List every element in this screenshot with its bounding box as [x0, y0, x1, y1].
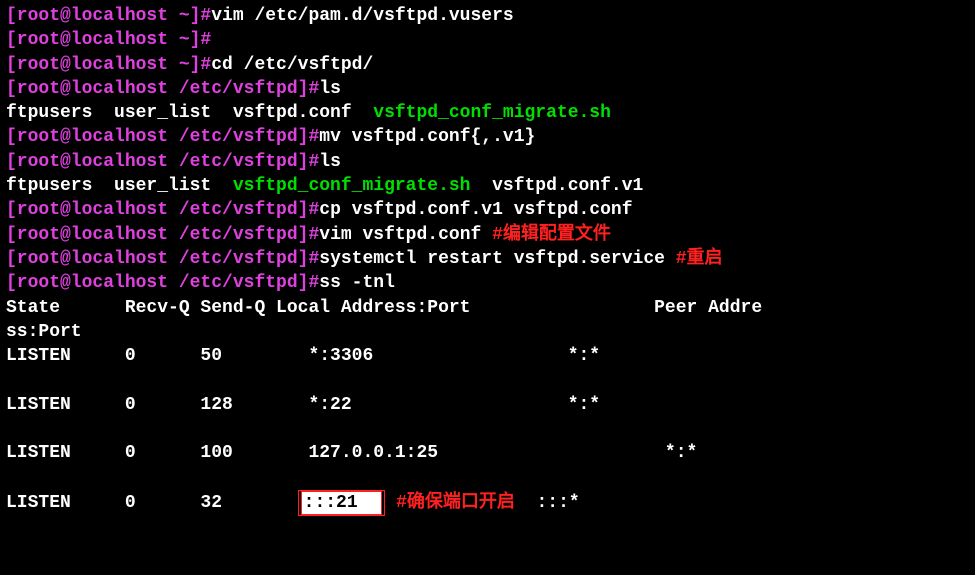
- command: vim /etc/pam.d/vsftpd.vusers: [211, 6, 513, 26]
- output: ftpusers user_list: [6, 176, 233, 196]
- highlighted-port: :::21: [301, 491, 383, 515]
- executable-file: vsftpd_conf_migrate.sh: [233, 176, 471, 196]
- ss-blank: [6, 417, 969, 441]
- ss-row-1: LISTEN 0 50 *:3306 *:*: [6, 344, 969, 368]
- command: systemctl restart vsftpd.service: [319, 249, 675, 269]
- terminal-line-8: ftpusers user_list vsftpd_conf_migrate.s…: [6, 174, 969, 198]
- prompt: [root@localhost ~]#: [6, 30, 211, 50]
- prompt: [root@localhost /etc/vsftpd]#: [6, 249, 319, 269]
- terminal-line-1: [root@localhost ~]#vim /etc/pam.d/vsftpd…: [6, 4, 969, 28]
- ss-header-2: ss:Port: [6, 320, 969, 344]
- command: cd /etc/vsftpd/: [211, 55, 373, 75]
- ss-blank: [6, 466, 969, 490]
- terminal-line-3: [root@localhost ~]#cd /etc/vsftpd/: [6, 53, 969, 77]
- command: mv vsftpd.conf{,.v1}: [319, 127, 535, 147]
- ss-row-2: LISTEN 0 128 *:22 *:*: [6, 393, 969, 417]
- terminal-line-4: [root@localhost /etc/vsftpd]#ls: [6, 77, 969, 101]
- command: ls: [319, 152, 341, 172]
- annotation: #重启: [676, 249, 723, 269]
- terminal-line-12: [root@localhost /etc/vsftpd]#ss -tnl: [6, 271, 969, 295]
- command: cp vsftpd.conf.v1 vsftpd.conf: [319, 200, 632, 220]
- prompt: [root@localhost /etc/vsftpd]#: [6, 200, 319, 220]
- terminal-line-7: [root@localhost /etc/vsftpd]#ls: [6, 150, 969, 174]
- terminal-line-5: ftpusers user_list vsftpd.conf vsftpd_co…: [6, 101, 969, 125]
- terminal-line-10: [root@localhost /etc/vsftpd]#vim vsftpd.…: [6, 223, 969, 247]
- terminal-line-11: [root@localhost /etc/vsftpd]#systemctl r…: [6, 247, 969, 271]
- terminal-line-9: [root@localhost /etc/vsftpd]#cp vsftpd.c…: [6, 198, 969, 222]
- prompt: [root@localhost /etc/vsftpd]#: [6, 225, 319, 245]
- executable-file: vsftpd_conf_migrate.sh: [373, 103, 611, 123]
- ss-row-3: LISTEN 0 100 127.0.0.1:25 *:*: [6, 441, 969, 465]
- command: vim vsftpd.conf: [319, 225, 492, 245]
- annotation: #编辑配置文件: [492, 225, 611, 245]
- prompt: [root@localhost ~]#: [6, 6, 211, 26]
- highlight-box: :::21: [298, 490, 386, 516]
- command: ls: [319, 79, 341, 99]
- prompt: [root@localhost /etc/vsftpd]#: [6, 127, 319, 147]
- prompt: [root@localhost /etc/vsftpd]#: [6, 79, 319, 99]
- ss-row-4: LISTEN 0 32 :::21 #确保端口开启 :::*: [6, 490, 969, 516]
- output: ftpusers user_list vsftpd.conf: [6, 103, 373, 123]
- command: ss -tnl: [319, 273, 395, 293]
- output: LISTEN 0 32: [6, 493, 298, 513]
- output: vsftpd.conf.v1: [470, 176, 643, 196]
- terminal-line-6: [root@localhost /etc/vsftpd]#mv vsftpd.c…: [6, 125, 969, 149]
- terminal-line-2: [root@localhost ~]#: [6, 28, 969, 52]
- output: :::*: [537, 493, 775, 513]
- prompt: [root@localhost /etc/vsftpd]#: [6, 273, 319, 293]
- prompt: [root@localhost ~]#: [6, 55, 211, 75]
- annotation: #确保端口开启: [385, 493, 536, 513]
- prompt: [root@localhost /etc/vsftpd]#: [6, 152, 319, 172]
- ss-header-1: State Recv-Q Send-Q Local Address:Port P…: [6, 296, 969, 320]
- ss-blank: [6, 368, 969, 392]
